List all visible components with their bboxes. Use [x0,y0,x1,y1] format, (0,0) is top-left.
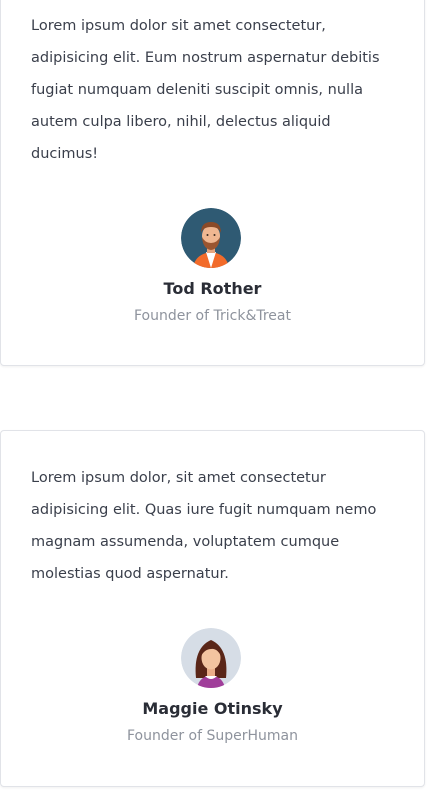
testimonial-card: Lorem ipsum dolor, sit amet consectetur … [0,430,425,787]
testimonials-section: Lorem ipsum dolor sit amet consectetur, … [0,0,442,798]
female-avatar-icon [181,628,241,688]
testimonial-author-name: Tod Rother [163,279,262,298]
testimonial-author-name: Maggie Otinsky [142,699,283,718]
testimonial-quote: Lorem ipsum dolor, sit amet consectetur … [31,470,377,582]
testimonial-card: Lorem ipsum dolor sit amet consectetur, … [0,0,425,366]
male-avatar-icon [181,208,241,268]
testimonial-author-role: Founder of SuperHuman [126,728,299,744]
testimonial-quote: Lorem ipsum dolor sit amet consectetur, … [31,18,380,162]
testimonial-author-role: Founder of Trick&Treat [133,308,291,324]
